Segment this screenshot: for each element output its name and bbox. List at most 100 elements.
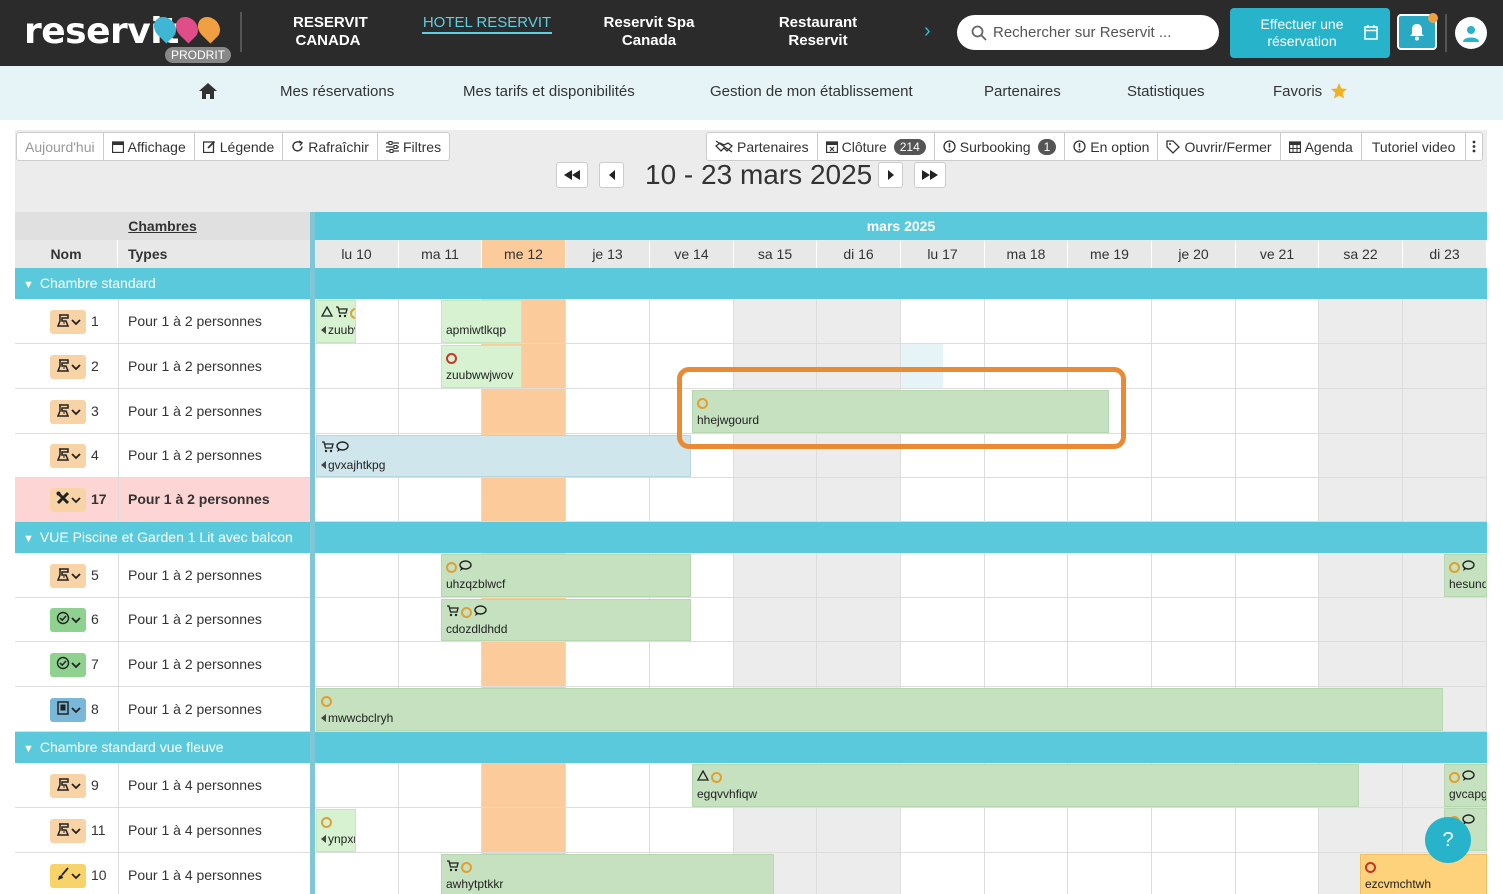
day-cell[interactable] (1236, 642, 1319, 687)
day-cell[interactable] (817, 598, 901, 642)
day-cell[interactable] (650, 808, 734, 853)
reservation-bar[interactable]: gvxajhtkpg (316, 435, 691, 477)
room-row-17[interactable]: 17 Pour 1 à 2 personnes (15, 478, 310, 522)
search-box[interactable] (957, 15, 1219, 50)
day-cell[interactable] (1152, 598, 1236, 642)
category-row[interactable]: ▼ VUE Piscine et Garden 1 Lit avec balcon (15, 522, 1487, 553)
make-reservation-button[interactable]: Effectuer une réservation (1230, 8, 1390, 58)
more-menu-button[interactable] (1466, 133, 1482, 160)
day-cell[interactable] (1403, 598, 1487, 642)
room-status-dropdown[interactable] (50, 444, 86, 468)
day-cell[interactable] (315, 853, 399, 894)
room-status-dropdown[interactable] (50, 698, 86, 722)
day-cell[interactable] (315, 478, 399, 522)
day-cell[interactable] (985, 853, 1068, 894)
day-cell[interactable] (1068, 299, 1152, 344)
home-icon[interactable] (198, 82, 218, 100)
day-cell[interactable] (985, 553, 1068, 598)
day-cell[interactable] (1068, 598, 1152, 642)
room-status-dropdown[interactable] (50, 564, 86, 588)
room-status-dropdown[interactable] (50, 400, 86, 424)
rooms-header[interactable]: Chambres (15, 212, 310, 240)
day-cell[interactable] (734, 808, 817, 853)
reservation-bar[interactable]: uhzqzblwcf (441, 554, 691, 597)
day-cell[interactable] (817, 808, 901, 853)
today-button[interactable]: Aujourd'hui (17, 133, 104, 160)
agenda-button[interactable]: Agenda (1281, 133, 1362, 160)
day-cell[interactable] (901, 553, 985, 598)
day-cell[interactable] (482, 808, 566, 853)
day-cell[interactable] (985, 642, 1068, 687)
day-cell[interactable] (734, 598, 817, 642)
day-cell[interactable] (1319, 642, 1403, 687)
day-cell[interactable] (1319, 808, 1403, 853)
category-row[interactable]: ▼ Chambre standard (15, 268, 1487, 299)
video-tutorial-button[interactable]: Tutoriel video (1362, 133, 1467, 160)
day-cell[interactable] (901, 598, 985, 642)
display-button[interactable]: Affichage (104, 133, 195, 160)
filters-button[interactable]: Filtres (378, 133, 449, 160)
day-cell[interactable] (901, 299, 985, 344)
day-cell[interactable] (1068, 853, 1152, 894)
day-cell[interactable] (1152, 553, 1236, 598)
day-cell[interactable] (817, 478, 901, 522)
legend-button[interactable]: Légende (195, 133, 284, 160)
refresh-button[interactable]: Rafraîchir (283, 133, 378, 160)
day-cell[interactable] (315, 598, 399, 642)
day-cell[interactable] (399, 642, 482, 687)
day-cell[interactable] (566, 642, 650, 687)
room-status-dropdown[interactable] (50, 310, 86, 334)
day-cell[interactable] (566, 344, 650, 389)
day-cell[interactable] (482, 478, 566, 522)
day-cell[interactable] (1319, 344, 1403, 389)
day-cell[interactable] (1152, 853, 1236, 894)
day-cell[interactable] (1319, 299, 1403, 344)
category-row[interactable]: ▼ Chambre standard vue fleuve (15, 732, 1487, 763)
nav-partners[interactable]: Partenaires (984, 83, 1061, 100)
room-row-11[interactable]: 11 Pour 1 à 4 personnes (15, 808, 310, 853)
reservation-bar[interactable]: zuubwwjwov (441, 345, 522, 388)
room-row-2[interactable]: 2 Pour 1 à 2 personnes (15, 344, 310, 389)
room-row-7[interactable]: 7 Pour 1 à 2 personnes (15, 642, 310, 687)
nav-statistics[interactable]: Statistiques (1127, 83, 1205, 100)
nav-favorites[interactable]: Favoris (1273, 83, 1322, 100)
room-status-dropdown[interactable] (50, 864, 86, 888)
day-cell[interactable] (985, 478, 1068, 522)
day-cell[interactable] (1319, 598, 1403, 642)
room-status-dropdown[interactable] (50, 488, 86, 512)
room-row-8[interactable]: 8 Pour 1 à 2 personnes (15, 687, 310, 732)
day-cell[interactable] (315, 763, 399, 808)
open-close-button[interactable]: Ouvrir/Fermer (1158, 133, 1281, 160)
day-cell[interactable] (1236, 598, 1319, 642)
day-cell[interactable] (1068, 642, 1152, 687)
day-cell[interactable] (1152, 389, 1236, 434)
collapse-triangle-icon[interactable]: ▼ (23, 743, 34, 755)
day-cell[interactable] (1403, 344, 1487, 389)
room-row-9[interactable]: 9 Pour 1 à 4 personnes (15, 763, 310, 808)
chevron-right-icon[interactable]: › (924, 20, 931, 43)
day-cell[interactable] (566, 763, 650, 808)
room-row-5[interactable]: 5 Pour 1 à 2 personnes (15, 553, 310, 598)
day-cell[interactable] (1319, 434, 1403, 478)
room-status-dropdown[interactable] (50, 608, 86, 632)
search-input[interactable] (993, 24, 1213, 41)
day-cell[interactable] (1068, 808, 1152, 853)
day-cell[interactable] (985, 598, 1068, 642)
day-cell[interactable] (1236, 389, 1319, 434)
day-cell[interactable] (315, 642, 399, 687)
room-row-10[interactable]: 10 Pour 1 à 4 personnes (15, 853, 310, 894)
room-row-6[interactable]: 6 Pour 1 à 2 personnes (15, 598, 310, 642)
room-row-1[interactable]: 1 Pour 1 à 2 personnes (15, 299, 310, 344)
reservation-bar[interactable]: zuubv (316, 300, 356, 343)
room-status-dropdown[interactable] (50, 653, 86, 677)
day-cell[interactable] (1236, 344, 1319, 389)
day-cell[interactable] (399, 478, 482, 522)
nav-rates-availability[interactable]: Mes tarifs et disponibilités (463, 83, 635, 100)
day-cell[interactable] (1403, 389, 1487, 434)
day-cell[interactable] (734, 478, 817, 522)
tab-hotel-reservit[interactable]: HOTEL RESERVIT (422, 14, 552, 34)
closure-button[interactable]: Clôture 214 (818, 133, 935, 160)
day-cell[interactable] (901, 853, 985, 894)
help-button[interactable]: ? (1425, 817, 1471, 863)
nav-reservations[interactable]: Mes réservations (280, 83, 394, 100)
